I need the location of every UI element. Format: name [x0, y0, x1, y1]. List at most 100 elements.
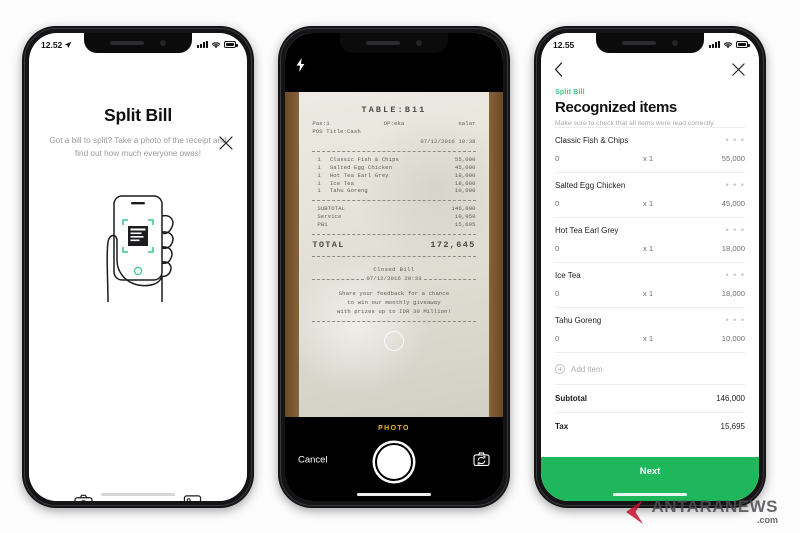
screen-camera-capture: TABLE:B11 Pax:1 OP:eka nalar POS Title:C… [285, 33, 503, 501]
close-icon[interactable] [218, 135, 234, 151]
screenshot-canvas: 12.52 Split Bill Got a bill to split? Ta… [0, 0, 800, 533]
item-quantity: x 1 [643, 199, 654, 208]
earpiece-speaker [622, 41, 656, 45]
shutter-button[interactable] [375, 443, 413, 481]
hand-holding-phone-scanning-receipt-illustration [29, 186, 247, 304]
list-item[interactable]: Hot Tea Earl Grey • • • 0 x 1 18,000 [555, 217, 745, 253]
summary-row-subtotal: Subtotal 146,000 [555, 384, 745, 412]
photo-library-icon [183, 495, 202, 501]
item-name: Tahu Goreng [555, 316, 602, 325]
page-subtitle: Make sure to check that all items were r… [555, 120, 716, 127]
item-price: 45,000 [721, 199, 745, 208]
breadcrumb-eyebrow: Split Bill [555, 87, 585, 96]
overflow-menu-icon[interactable]: • • • [726, 316, 745, 325]
item-assigned-count: 0 [555, 154, 560, 163]
recognized-content: Split Bill Recognized items Make sure to… [541, 33, 759, 501]
wifi-icon [723, 41, 733, 48]
subtotal-label: Subtotal [555, 394, 587, 403]
close-icon[interactable] [731, 62, 746, 77]
receipt-summary-row: PB1 15,695 [317, 221, 476, 229]
tax-value: 15,695 [720, 422, 745, 431]
front-camera [416, 40, 422, 46]
add-item-button[interactable]: Add item [555, 352, 745, 384]
overflow-menu-icon[interactable]: • • • [726, 136, 745, 145]
item-name: Salted Egg Chicken [555, 181, 626, 190]
cancel-button[interactable]: Cancel [298, 455, 328, 466]
nav-bar [541, 59, 759, 79]
subtotal-value: 146,000 [716, 394, 745, 403]
location-arrow-icon [65, 41, 72, 48]
page-subtitle: Got a bill to split? Take a photo of the… [49, 136, 227, 158]
receipt-photo: TABLE:B11 Pax:1 OP:eka nalar POS Title:C… [299, 92, 488, 417]
battery-icon [224, 41, 238, 48]
receipt-item-row: 1 Classic Fish & Chips 55,000 [317, 155, 476, 163]
item-quantity: x 1 [643, 244, 654, 253]
antaranews-arrow-logo [626, 500, 644, 524]
receipt-divider [312, 150, 476, 152]
receipt-total-row: TOTAL 172,645 [312, 240, 476, 251]
item-price: 18,000 [721, 244, 745, 253]
screen-split-bill-intro: 12.52 Split Bill Got a bill to split? Ta… [29, 33, 247, 501]
receipt-cashier: nalar [458, 119, 476, 127]
home-indicator [101, 492, 175, 496]
list-item[interactable]: Ice Tea • • • 0 x 1 18,000 [555, 262, 745, 298]
item-quantity: x 1 [643, 289, 654, 298]
receipt-divider [312, 200, 476, 202]
receipt-footer: Closed Bill 07/12/2016 20:33 Share your … [312, 266, 476, 323]
wifi-icon [211, 41, 221, 48]
intro-content: Split Bill Got a bill to split? Take a p… [29, 105, 247, 501]
item-assigned-count: 0 [555, 289, 560, 298]
recognized-body: Split Bill Recognized items Make sure to… [541, 33, 759, 440]
camera-controls: PHOTO Cancel [285, 417, 503, 501]
receipt-meta: Pax:1 OP:eka nalar [312, 120, 475, 128]
item-quantity: x 1 [643, 334, 654, 343]
overflow-menu-icon[interactable]: • • • [726, 271, 745, 280]
camera-content: TABLE:B11 Pax:1 OP:eka nalar POS Title:C… [285, 33, 503, 501]
overflow-menu-icon[interactable]: • • • [726, 226, 745, 235]
earpiece-speaker [110, 41, 144, 45]
cellular-signal-icon [197, 41, 208, 48]
receipt-promo: Share your feedback for a chance to win … [336, 290, 452, 315]
focus-ring-indicator [384, 330, 404, 351]
overflow-menu-icon[interactable]: • • • [726, 181, 745, 190]
list-item[interactable]: Salted Egg Chicken • • • 0 x 1 45,000 [555, 172, 745, 208]
camera-viewfinder[interactable]: TABLE:B11 Pax:1 OP:eka nalar POS Title:C… [285, 92, 503, 417]
receipt-closed-label: Closed Bill [373, 266, 415, 274]
phone-mockup-camera: TABLE:B11 Pax:1 OP:eka nalar POS Title:C… [278, 26, 510, 508]
device-notch [340, 33, 448, 53]
earpiece-speaker [366, 41, 400, 45]
status-time: 12.52 [41, 39, 63, 50]
antaranews-watermark: ANTARANEWS .com [623, 498, 778, 525]
flash-icon[interactable] [296, 58, 305, 72]
receipt-operator: OP:eka [383, 119, 405, 127]
back-chevron-icon[interactable] [554, 61, 563, 77]
device-notch [596, 33, 704, 53]
watermark-sub-text: .com [756, 515, 778, 525]
item-name: Ice Tea [555, 271, 581, 280]
receipt-item-row: 1 Salted Egg Chicken 45,000 [317, 163, 476, 171]
item-quantity: x 1 [643, 154, 654, 163]
screen-recognized-items: 12.55 Split Bill Recognized items Make s… [541, 33, 759, 501]
receipt-divider [312, 321, 476, 323]
receipt-pos-title: POS Title:Cash [312, 127, 361, 135]
receipt-pax: Pax:1 [312, 119, 330, 127]
receipt-datetime: 07/12/2016 19:38 [420, 137, 476, 145]
phone-mockup-recognized-items: 12.55 Split Bill Recognized items Make s… [534, 26, 766, 508]
page-title: Split Bill [103, 105, 172, 125]
item-price: 10,000 [721, 334, 745, 343]
phone-mockup-intro: 12.52 Split Bill Got a bill to split? Ta… [22, 26, 254, 508]
home-indicator [357, 492, 431, 496]
plus-circle-icon [555, 364, 565, 374]
cellular-signal-icon [709, 41, 720, 48]
receipt-closed-datetime: 07/12/2016 20:33 [366, 275, 422, 283]
receipt-summary-row: Service 10,950 [317, 213, 476, 221]
camera-flip-icon[interactable] [473, 452, 490, 467]
list-item[interactable]: Classic Fish & Chips • • • 0 x 1 55,000 [555, 127, 745, 163]
receipt-summary-row: SUBTOTAL 146,000 [317, 205, 476, 213]
receipt-table: TABLE:B11 [361, 105, 427, 115]
next-button-label: Next [639, 466, 661, 477]
item-name: Classic Fish & Chips [555, 136, 629, 145]
status-time: 12.55 [553, 39, 575, 50]
list-item[interactable]: Tahu Goreng • • • 0 x 1 10,000 [555, 307, 745, 343]
item-assigned-count: 0 [555, 244, 560, 253]
